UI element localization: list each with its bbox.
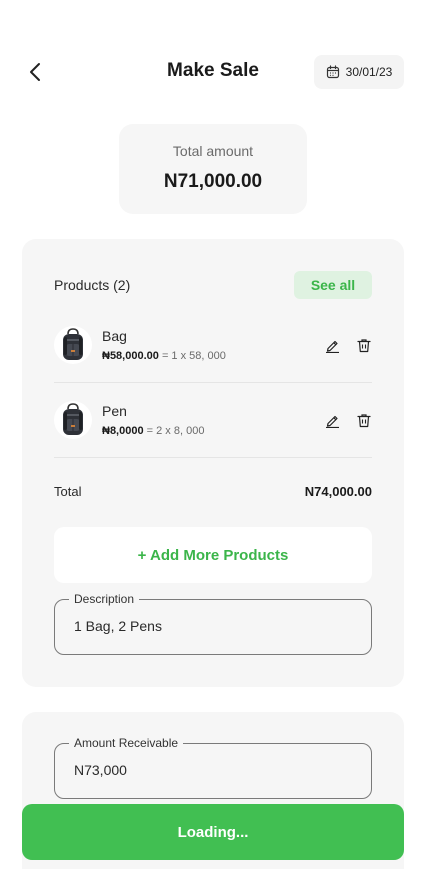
product-subtotal: ₦8,0000 = 2 x 8, 000 [102,425,324,437]
product-info: Pen ₦8,0000 = 2 x 8, 000 [102,403,324,437]
total-amount-value: N71,000.00 [163,171,263,192]
product-price: ₦58,000.00 [102,350,159,362]
submit-button[interactable]: Loading... [22,804,404,860]
pencil-icon [325,340,339,353]
product-thumbnail [54,401,92,439]
back-button[interactable] [22,58,48,86]
product-name: Bag [102,328,127,344]
row-actions [324,337,372,353]
delete-button[interactable] [356,412,372,428]
product-row[interactable]: Bag ₦58,000.00 = 1 x 58, 000 [54,308,372,383]
pencil-icon [325,415,339,428]
products-total-value: N74,000.00 [304,484,372,499]
products-header: Products (2) See all [54,271,372,299]
trash-icon [357,413,371,427]
description-field[interactable]: Description [54,592,372,655]
backpack-icon [63,403,83,435]
product-subtotal: ₦58,000.00 = 1 x 58, 000 [102,350,324,362]
description-label: Description [69,592,140,606]
add-more-products-button[interactable]: + Add More Products [54,527,372,583]
products-total-label: Total [54,484,82,499]
total-amount-label: Total amount [172,143,254,159]
product-name: Pen [102,403,127,419]
amount-receivable-label: Amount Receivable [69,736,184,750]
date-text: 30/01/23 [345,65,393,79]
chevron-left-icon [30,63,40,81]
products-card: Products (2) See all Bag ₦58,000.00 = 1 … [22,239,404,687]
edit-button[interactable] [324,337,340,353]
products-total-row: Total N74,000.00 [54,484,372,499]
product-list: Bag ₦58,000.00 = 1 x 58, 000 Pen ₦8,0000… [54,308,372,458]
header: Make Sale 30/01/23 [0,54,426,90]
product-thumbnail [54,326,92,364]
products-title: Products (2) [54,277,131,293]
total-amount-card: Total amount N71,000.00 [119,124,307,214]
trash-icon [357,338,371,352]
backpack-icon [63,328,83,360]
product-row[interactable]: Pen ₦8,0000 = 2 x 8, 000 [54,383,372,458]
amount-receivable-field[interactable]: Amount Receivable [54,736,372,799]
date-picker[interactable]: 30/01/23 [314,55,404,89]
delete-button[interactable] [356,337,372,353]
product-calc: = 2 x 8, 000 [143,425,205,437]
row-actions [324,412,372,428]
description-input[interactable] [74,618,359,634]
product-price: ₦8,0000 [102,425,144,437]
product-calc: = 1 x 58, 000 [158,350,226,362]
edit-button[interactable] [324,412,340,428]
product-info: Bag ₦58,000.00 = 1 x 58, 000 [102,328,324,362]
calendar-icon [326,65,339,79]
amount-receivable-input[interactable] [74,762,359,778]
see-all-button[interactable]: See all [294,271,372,299]
